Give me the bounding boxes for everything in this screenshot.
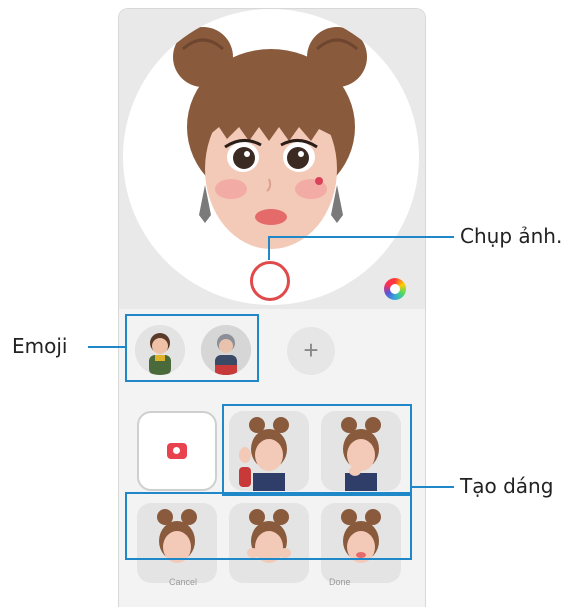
emoji-highlight-frame — [125, 314, 259, 382]
pose-callout-line — [410, 486, 454, 488]
done-button[interactable]: Done — [329, 577, 351, 587]
bottom-action-bar: Cancel Done — [119, 565, 425, 607]
cancel-button[interactable]: Cancel — [169, 577, 197, 587]
color-palette-icon[interactable] — [384, 278, 406, 300]
capture-callout-label: Chụp ảnh. — [460, 224, 563, 248]
avatar-preview — [119, 9, 425, 309]
custom-pose-camera-button[interactable] — [137, 411, 217, 491]
pose-highlight-frame-bottom — [125, 492, 412, 560]
capture-callout-line — [268, 236, 454, 238]
emoji-callout-label: Emoji — [12, 334, 68, 358]
add-emoji-button[interactable]: + — [287, 327, 335, 375]
emoji-callout-line — [88, 346, 126, 348]
pose-highlight-frame-top — [222, 404, 412, 496]
pose-callout-label: Tạo dáng — [460, 474, 554, 498]
capture-shutter-button[interactable] — [250, 261, 290, 301]
capture-callout-line-vertical — [268, 236, 270, 260]
camera-icon — [167, 443, 187, 459]
